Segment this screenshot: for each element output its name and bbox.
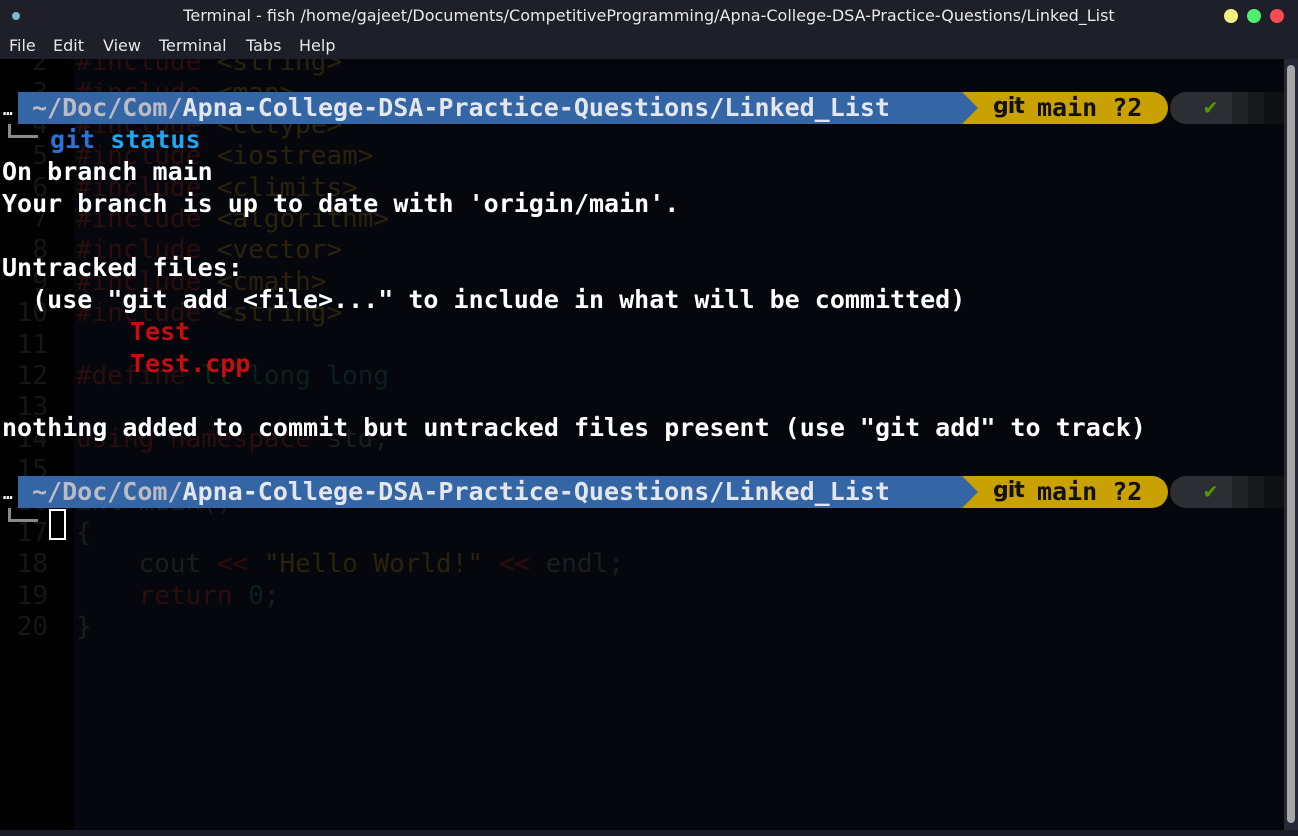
window-bottom-edge <box>0 830 1298 836</box>
command-name: git <box>50 125 96 154</box>
background-code-text: #include <string> <box>76 59 343 77</box>
maximize-button[interactable] <box>1247 9 1261 23</box>
powerline-separator <box>962 92 978 124</box>
command-line: git status <box>50 124 201 156</box>
close-button[interactable] <box>1270 9 1284 23</box>
title-bar: Terminal - fish /home/gajeet/Documents/C… <box>0 0 1298 32</box>
output-line: On branch main <box>2 157 213 186</box>
menu-bar: File Edit View Terminal Tabs Help <box>0 32 1298 58</box>
prompt-git-segment: git main ?2 <box>962 92 1168 124</box>
untracked-file: Test <box>130 317 191 346</box>
prompt-git-segment: git main ?2 <box>962 476 1168 508</box>
menu-edit[interactable]: Edit <box>53 36 84 55</box>
background-line-number: 17 <box>16 518 48 548</box>
check-icon: ✔ <box>1204 95 1218 120</box>
menu-tabs[interactable]: Tabs <box>246 36 281 55</box>
background-code-text: cout << "Hello World!" << endl; <box>138 549 624 580</box>
scrollbar[interactable] <box>1284 59 1298 830</box>
background-code-text: } <box>76 612 92 643</box>
prompt-path: ~/Doc/Com/Apna-College-DSA-Practice-Ques… <box>18 476 962 508</box>
background-code-text: { <box>76 518 92 548</box>
powerline-separator <box>962 476 978 508</box>
truncation-indicator: … <box>3 484 13 503</box>
scrollbar-thumb[interactable] <box>1287 65 1295 823</box>
output-line: nothing added to commit but untracked fi… <box>2 413 1146 442</box>
prompt-path-current: Apna-College-DSA-Practice-Questions/Link… <box>182 477 890 506</box>
prompt-path: ~/Doc/Com/Apna-College-DSA-Practice-Ques… <box>18 92 962 124</box>
git-icon: git <box>993 478 1025 503</box>
prompt-status-segment: ✔ <box>1170 92 1284 124</box>
background-line-number: 20 <box>16 612 48 643</box>
check-icon: ✔ <box>1204 479 1218 504</box>
menu-view[interactable]: View <box>103 36 141 55</box>
prompt-path-current: Apna-College-DSA-Practice-Questions/Link… <box>182 93 890 122</box>
text-cursor[interactable] <box>49 509 66 540</box>
background-line-number: 2 <box>32 59 48 77</box>
git-icon: git <box>993 94 1025 119</box>
prompt-connector-icon <box>8 124 38 138</box>
menu-terminal[interactable]: Terminal <box>159 36 227 55</box>
prompt-status-segment: ✔ <box>1170 476 1284 508</box>
output-line: Your branch is up to date with 'origin/m… <box>2 189 680 218</box>
terminal-area[interactable]: 2#include <string>3#include <map>4#inclu… <box>0 59 1284 830</box>
menu-file[interactable]: File <box>9 36 36 55</box>
background-code-text: return 0; <box>138 580 280 611</box>
output-line: (use "git add <file>..." to include in w… <box>2 285 966 314</box>
output-line: Untracked files: <box>2 253 243 282</box>
window-title: Terminal - fish /home/gajeet/Documents/C… <box>183 6 1115 25</box>
background-line-number: 18 <box>16 549 48 580</box>
background-line-number: 11 <box>16 329 48 360</box>
prompt-path-abbrev: ~/Doc/Com/ <box>32 93 183 122</box>
menu-help[interactable]: Help <box>299 36 335 55</box>
command-argument: status <box>110 125 201 154</box>
background-line-number: 19 <box>16 580 48 611</box>
untracked-file: Test.cpp <box>130 349 251 378</box>
prompt-connector-icon <box>8 508 38 522</box>
truncation-indicator: … <box>3 100 13 119</box>
git-branch-status: main ?2 <box>1037 477 1143 506</box>
minimize-button[interactable] <box>1224 9 1238 23</box>
git-branch-status: main ?2 <box>1037 93 1143 122</box>
prompt-path-abbrev: ~/Doc/Com/ <box>32 477 183 506</box>
background-line-number: 12 <box>16 361 48 391</box>
